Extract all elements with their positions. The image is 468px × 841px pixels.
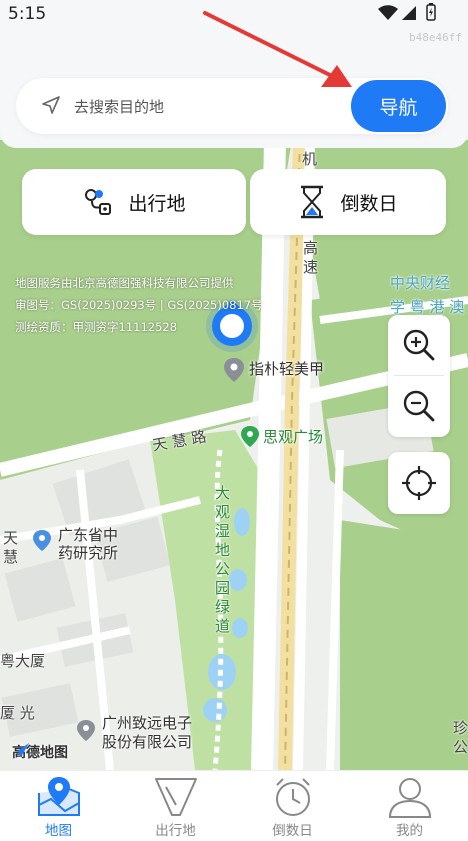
bottom-tab-bar: 地图 出行地 倒数日 我的 xyxy=(0,770,468,841)
copyright-line-1: 地图服务由北京高德图强科技有限公司提供 xyxy=(15,276,234,290)
road-label-ji: 机 xyxy=(302,150,318,168)
quick-action-travel-label: 出行地 xyxy=(128,192,186,215)
device-id: b48e46ff xyxy=(409,31,462,44)
alarm-clock-icon xyxy=(275,778,310,816)
road-label-zhongyang: 中央财经 xyxy=(390,274,451,292)
hourglass-icon xyxy=(301,185,324,219)
zoom-in-icon xyxy=(403,329,435,361)
map-pin-icon xyxy=(37,777,80,816)
zoom-controls xyxy=(388,315,450,437)
red-arrow-annotation xyxy=(203,11,352,87)
poi-zhiyuan-line1[interactable]: 广州致远电子 xyxy=(102,712,192,733)
quick-action-travel[interactable]: 出行地 xyxy=(22,169,246,235)
tab-travel[interactable]: 出行地 xyxy=(117,771,234,841)
poi-siguan[interactable]: 思观广场 xyxy=(263,426,323,447)
tab-travel-label: 出行地 xyxy=(155,823,196,839)
copyright-line-2: 审图号：GS(2025)0293号 | GS(2025)0817号 xyxy=(15,298,263,312)
search-placeholder[interactable]: 去搜索目的地 xyxy=(74,96,164,117)
map-copyright: 地图服务由北京高德图强科技有限公司提供 审图号：GS(2025)0293号 | … xyxy=(15,272,263,338)
road-label-yue: 粤大厦 xyxy=(0,652,46,670)
poi-zhiyuan-line2[interactable]: 股份有限公司 xyxy=(102,731,192,752)
map-brand: 高德地图 xyxy=(8,742,68,762)
zoom-in-button[interactable] xyxy=(388,315,450,375)
user-icon xyxy=(388,778,431,818)
zoom-out-button[interactable] xyxy=(388,376,450,436)
road-label-gaosu: 高速 xyxy=(301,240,319,278)
send-arrow-icon xyxy=(42,96,60,114)
road-label-tian-vertical: 天慧 xyxy=(1,530,19,568)
amap-logo-icon xyxy=(9,743,29,757)
road-label-park-trail: 大观湿地公园绿道 xyxy=(213,485,231,637)
poi-guangdong-line2[interactable]: 药研究所 xyxy=(58,542,118,563)
poi-zhipu[interactable]: 指朴轻美甲 xyxy=(249,358,324,379)
battery-charging-icon xyxy=(426,3,436,21)
tab-map-label: 地图 xyxy=(45,823,72,839)
locate-button[interactable] xyxy=(388,452,450,514)
wifi-icon xyxy=(378,5,398,20)
road-label-xue: 学 粤 港 澳 xyxy=(390,298,465,316)
route-pin-icon xyxy=(154,778,197,816)
tab-countdown-label: 倒数日 xyxy=(272,823,313,839)
road-label-zhen: 珍公 xyxy=(451,720,468,758)
route-icon xyxy=(85,189,112,215)
zoom-out-icon xyxy=(403,390,435,422)
crosshair-locate-icon xyxy=(402,466,436,500)
quick-action-countdown-label: 倒数日 xyxy=(340,192,398,215)
tab-map[interactable]: 地图 xyxy=(0,771,117,841)
quick-action-countdown[interactable]: 倒数日 xyxy=(250,169,446,235)
signal-icon xyxy=(402,6,416,20)
status-time: 5:15 xyxy=(8,4,47,24)
tab-profile[interactable]: 我的 xyxy=(351,771,468,841)
copyright-line-3: 测绘资质：甲测资字11112528 xyxy=(15,320,178,334)
tab-countdown[interactable]: 倒数日 xyxy=(234,771,351,841)
tab-profile-label: 我的 xyxy=(396,823,423,839)
road-label-xiaguang: 厦 光 xyxy=(0,704,35,722)
